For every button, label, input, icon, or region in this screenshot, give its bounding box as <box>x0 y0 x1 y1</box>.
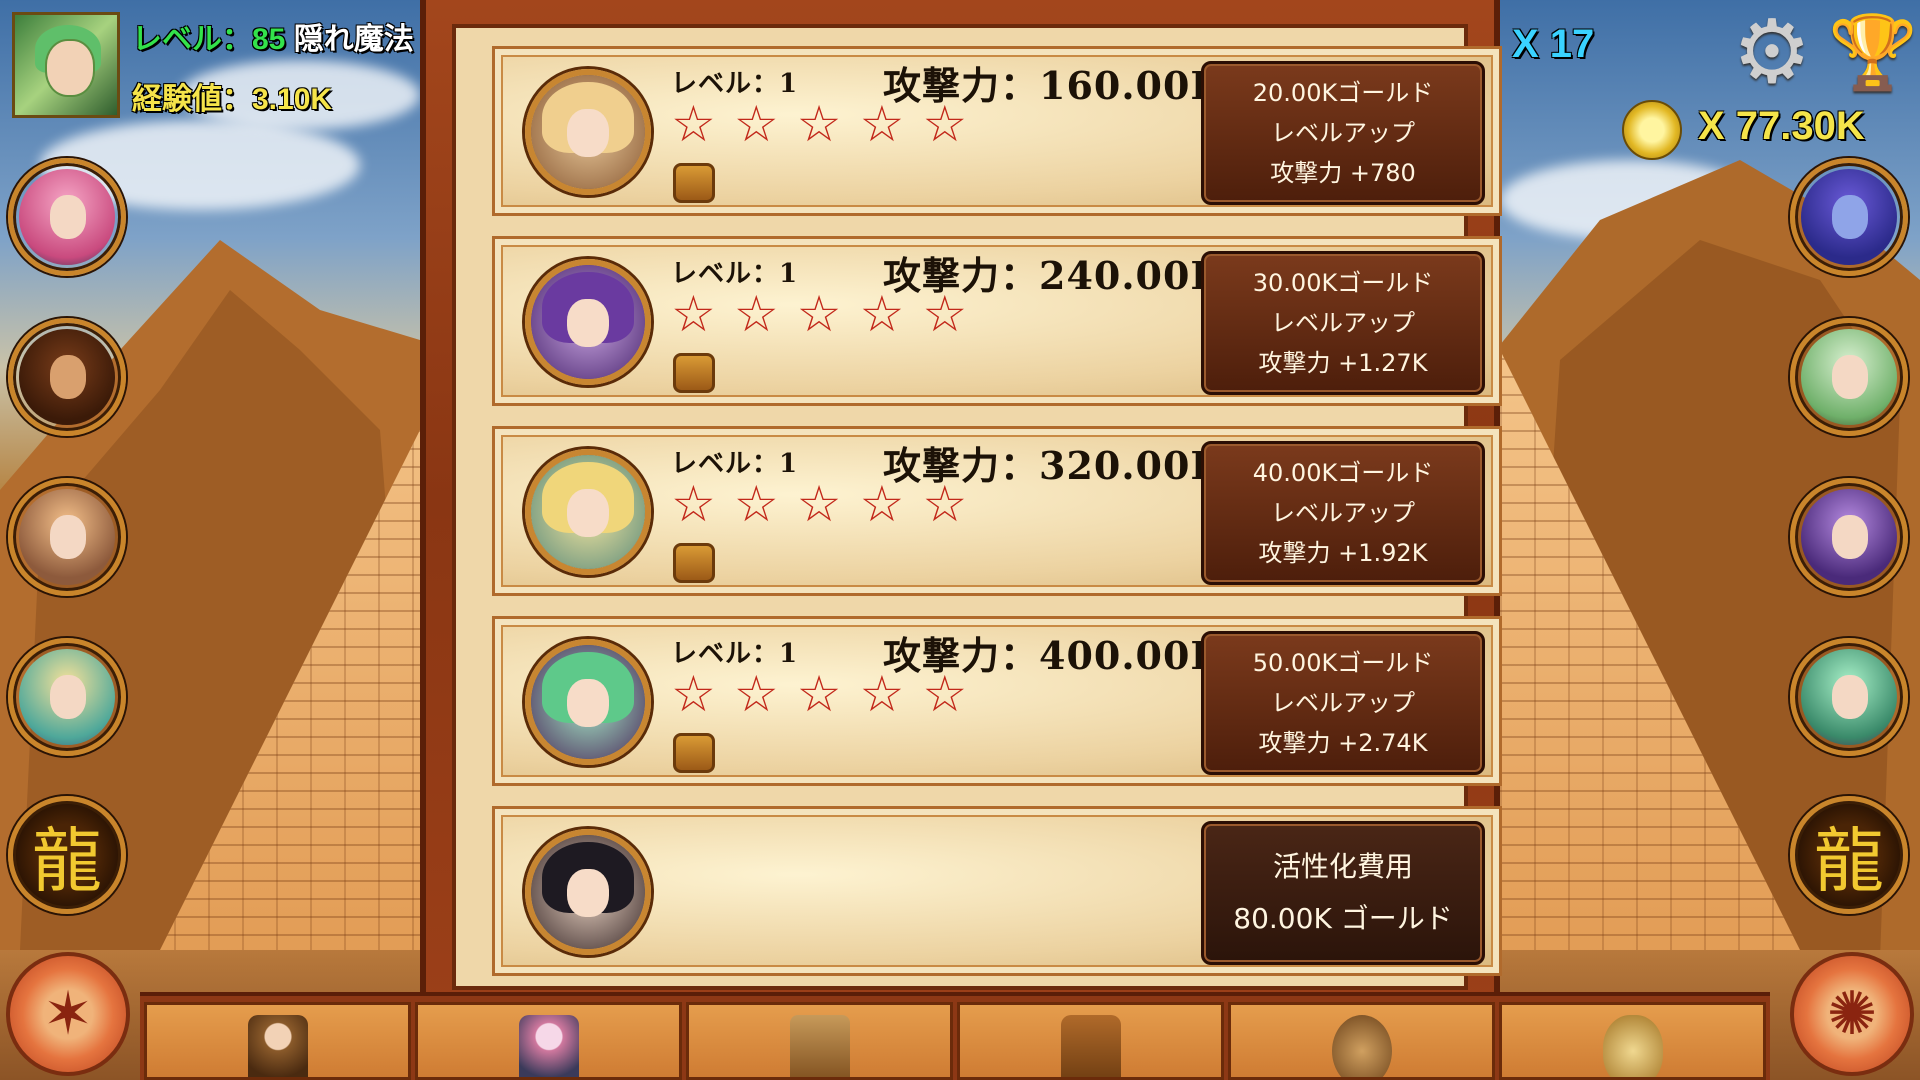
tab-treasure[interactable] <box>957 1002 1224 1080</box>
hero-avatar-3[interactable] <box>525 449 651 575</box>
level-up-cost: 50.00Kゴールド <box>1252 649 1434 677</box>
star-icon: ☆ <box>859 95 905 153</box>
activate-hero-button[interactable]: 活性化費用 80.00K ゴールド <box>1201 821 1485 965</box>
hero-icon <box>518 1015 579 1077</box>
party-hero-4[interactable] <box>8 638 126 756</box>
gold-coin-icon <box>1622 100 1682 160</box>
gem-count: X 17 <box>1512 22 1595 66</box>
tab-player[interactable] <box>144 1002 411 1080</box>
tab-equipment[interactable] <box>1228 1002 1495 1080</box>
hero-card-3: レベル：1 攻撃力：320.00K ☆ ☆ ☆ ☆ ☆ 40.00Kゴールド レベルアッ… <box>492 426 1502 596</box>
star-icon: ☆ <box>733 475 779 533</box>
hero-stars: ☆ ☆ ☆ ☆ ☆ <box>671 669 967 719</box>
gear-icon[interactable]: ⚙ <box>1730 8 1814 96</box>
activate-label: 活性化費用 <box>1272 850 1413 883</box>
level-up-button-1[interactable]: 20.00Kゴールド レベルアップ 攻撃力 +780 <box>1201 61 1485 205</box>
skill-slot-icon[interactable] <box>673 353 715 393</box>
party-hero-5[interactable] <box>1790 158 1908 276</box>
hero-card-5-locked: 活性化費用 80.00K ゴールド <box>492 806 1502 976</box>
level-up-label: レベルアップ <box>1271 689 1415 717</box>
level-up-attack-gain: 攻撃力 +780 <box>1270 159 1416 187</box>
level-up-cost: 40.00Kゴールド <box>1252 459 1434 487</box>
star-icon: ☆ <box>922 95 968 153</box>
hero-card-4: レベル：1 攻撃力：400.00K ☆ ☆ ☆ ☆ ☆ 50.00Kゴールド レベルアッ… <box>492 616 1502 786</box>
star-icon: ☆ <box>922 665 968 723</box>
tab-gem[interactable] <box>1499 1002 1766 1080</box>
party-hero-6[interactable] <box>1790 318 1908 436</box>
trophy-icon[interactable]: 🏆 <box>1828 10 1918 94</box>
level-up-attack-gain: 攻撃力 +2.74K <box>1258 729 1428 757</box>
star-icon: ☆ <box>671 95 716 153</box>
player-avatar[interactable] <box>12 12 120 118</box>
hero-stars: ☆ ☆ ☆ ☆ ☆ <box>671 479 967 529</box>
level-up-button-2[interactable]: 30.00Kゴールド レベルアップ 攻撃力 +1.27K <box>1201 251 1485 395</box>
hero-card-1: レベル：1 攻撃力：160.00K ☆ ☆ ☆ ☆ ☆ 20.00Kゴールド レベルアッ… <box>492 46 1502 216</box>
star-icon: ☆ <box>671 665 716 723</box>
hero-stars: ☆ ☆ ☆ ☆ ☆ <box>671 289 967 339</box>
potion-icon <box>789 1015 850 1077</box>
tab-potion[interactable] <box>686 1002 953 1080</box>
star-icon: ☆ <box>859 475 905 533</box>
level-up-cost: 30.00Kゴールド <box>1252 269 1434 297</box>
hero-avatar-2[interactable] <box>525 259 651 385</box>
level-up-label: レベルアップ <box>1271 499 1415 527</box>
star-icon: ☆ <box>859 285 905 343</box>
level-up-label: レベルアップ <box>1271 119 1415 147</box>
player-level-row: レベル：85 隠れ魔法 <box>132 14 414 58</box>
player-level-label: レベル： <box>132 23 252 56</box>
bottom-nav-bar <box>140 992 1770 1080</box>
treasure-chest-icon <box>1060 1015 1121 1077</box>
star-icon: ☆ <box>796 285 842 343</box>
player-level-value: 85 <box>252 23 286 56</box>
hero-list-panel: レベル：1 攻撃力：160.00K ☆ ☆ ☆ ☆ ☆ 20.00Kゴールド レベルアッ… <box>420 0 1502 1000</box>
star-icon: ☆ <box>733 665 779 723</box>
level-up-attack-gain: 攻撃力 +1.27K <box>1258 349 1428 377</box>
party-hero-8[interactable] <box>1790 638 1908 756</box>
party-hero-2[interactable] <box>8 318 126 436</box>
tab-heroes[interactable] <box>415 1002 682 1080</box>
gold-count: X 77.30K <box>1698 104 1865 148</box>
level-up-label: レベルアップ <box>1271 309 1415 337</box>
hero-avatar-1[interactable] <box>525 69 651 195</box>
compass-icon[interactable]: ✶ <box>6 952 130 1076</box>
level-up-button-3[interactable]: 40.00Kゴールド レベルアップ 攻撃力 +1.92K <box>1201 441 1485 585</box>
summon-circle-icon[interactable]: ✺ <box>1790 952 1914 1076</box>
party-hero-1[interactable] <box>8 158 126 276</box>
player-icon <box>247 1015 308 1077</box>
dragon-emblem-left[interactable]: 龍 <box>8 796 126 914</box>
party-hero-3[interactable] <box>8 478 126 596</box>
hero-avatar-5[interactable] <box>525 829 651 955</box>
star-icon: ☆ <box>671 475 716 533</box>
star-icon: ☆ <box>671 285 716 343</box>
star-icon: ☆ <box>733 95 779 153</box>
activate-cost: 80.00K ゴールド <box>1233 902 1453 935</box>
player-exp: 経験値：3.10K <box>132 83 333 116</box>
hero-card-2: レベル：1 攻撃力：240.00K ☆ ☆ ☆ ☆ ☆ 30.00Kゴールド レベルアッ… <box>492 236 1502 406</box>
player-name: 隠れ魔法 <box>293 23 414 56</box>
skill-slot-icon[interactable] <box>673 543 715 583</box>
level-up-attack-gain: 攻撃力 +1.92K <box>1258 539 1428 567</box>
hero-stars: ☆ ☆ ☆ ☆ ☆ <box>671 99 967 149</box>
equipment-icon <box>1331 1015 1392 1077</box>
star-icon: ☆ <box>796 475 842 533</box>
gem-icon <box>1602 1015 1663 1077</box>
dragon-emblem-right[interactable]: 龍 <box>1790 796 1908 914</box>
star-icon: ☆ <box>922 475 968 533</box>
skill-slot-icon[interactable] <box>673 163 715 203</box>
star-icon: ☆ <box>859 665 905 723</box>
star-icon: ☆ <box>733 285 779 343</box>
star-icon: ☆ <box>796 665 842 723</box>
star-icon: ☆ <box>922 285 968 343</box>
star-icon: ☆ <box>796 95 842 153</box>
level-up-cost: 20.00Kゴールド <box>1252 79 1434 107</box>
skill-slot-icon[interactable] <box>673 733 715 773</box>
hero-avatar-4[interactable] <box>525 639 651 765</box>
hero-list-scroll[interactable]: レベル：1 攻撃力：160.00K ☆ ☆ ☆ ☆ ☆ 20.00Kゴールド レベルアッ… <box>452 24 1502 990</box>
party-hero-7[interactable] <box>1790 478 1908 596</box>
level-up-button-4[interactable]: 50.00Kゴールド レベルアップ 攻撃力 +2.74K <box>1201 631 1485 775</box>
